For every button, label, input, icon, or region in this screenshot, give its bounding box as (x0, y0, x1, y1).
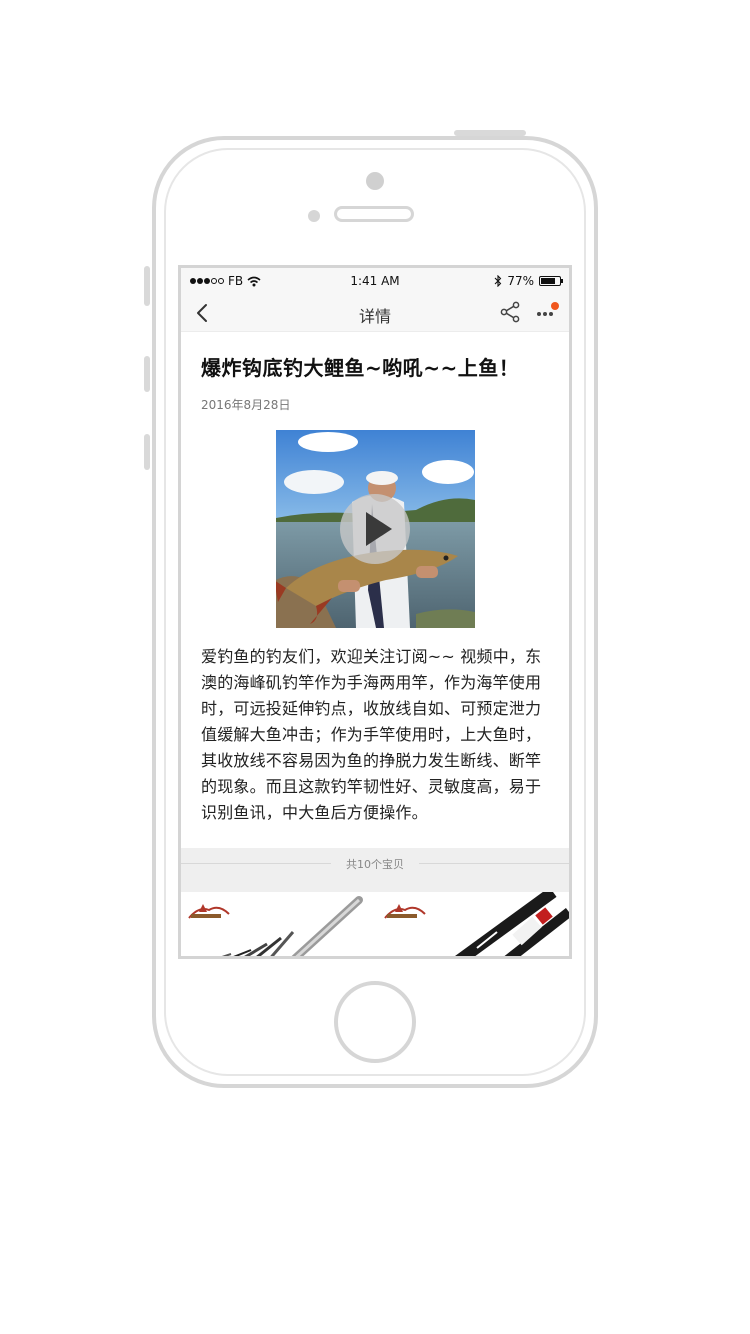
article-date: 2016年8月28日 (201, 398, 291, 412)
product-count-label: 共10个宝贝 (346, 858, 404, 871)
product-divider: 共10个宝贝 (181, 848, 569, 892)
volume-up-button (144, 356, 150, 392)
divider-line-right (419, 863, 569, 864)
earpiece-speaker (334, 206, 414, 222)
battery-level (541, 278, 555, 284)
product-image (221, 896, 363, 956)
product-card[interactable] (181, 892, 373, 956)
status-right: 77% (494, 274, 563, 288)
notification-badge (551, 302, 559, 310)
product-image (455, 892, 569, 956)
more-button[interactable] (535, 301, 559, 323)
video-player[interactable] (276, 430, 475, 628)
status-bar: FB 1:41 AM 77% (181, 268, 569, 294)
power-button (454, 130, 526, 136)
article-body: 爱钓鱼的钓友们，欢迎关注订阅~~ 视频中，东澳的海峰矶钓竿作为手海两用竿，作为海… (201, 647, 542, 822)
article-title: 爆炸钩底钓大鲤鱼~哟吼~~上鱼！ (201, 356, 520, 380)
home-button[interactable] (334, 981, 416, 1063)
play-icon[interactable] (340, 494, 410, 564)
front-camera (366, 172, 384, 190)
mute-switch (144, 266, 150, 306)
battery-icon (539, 276, 563, 286)
app-screen: FB 1:41 AM 77% 详情 爆炸钩底钓大鲤鱼~哟吼~~上鱼！ 2016年… (178, 265, 572, 959)
volume-down-button (144, 434, 150, 470)
product-card[interactable] (377, 892, 569, 956)
bluetooth-icon (494, 275, 502, 287)
nav-bar: 详情 (181, 294, 569, 332)
battery-percent: 77% (507, 274, 534, 288)
proximity-sensor (308, 210, 320, 222)
share-icon[interactable] (499, 301, 521, 323)
